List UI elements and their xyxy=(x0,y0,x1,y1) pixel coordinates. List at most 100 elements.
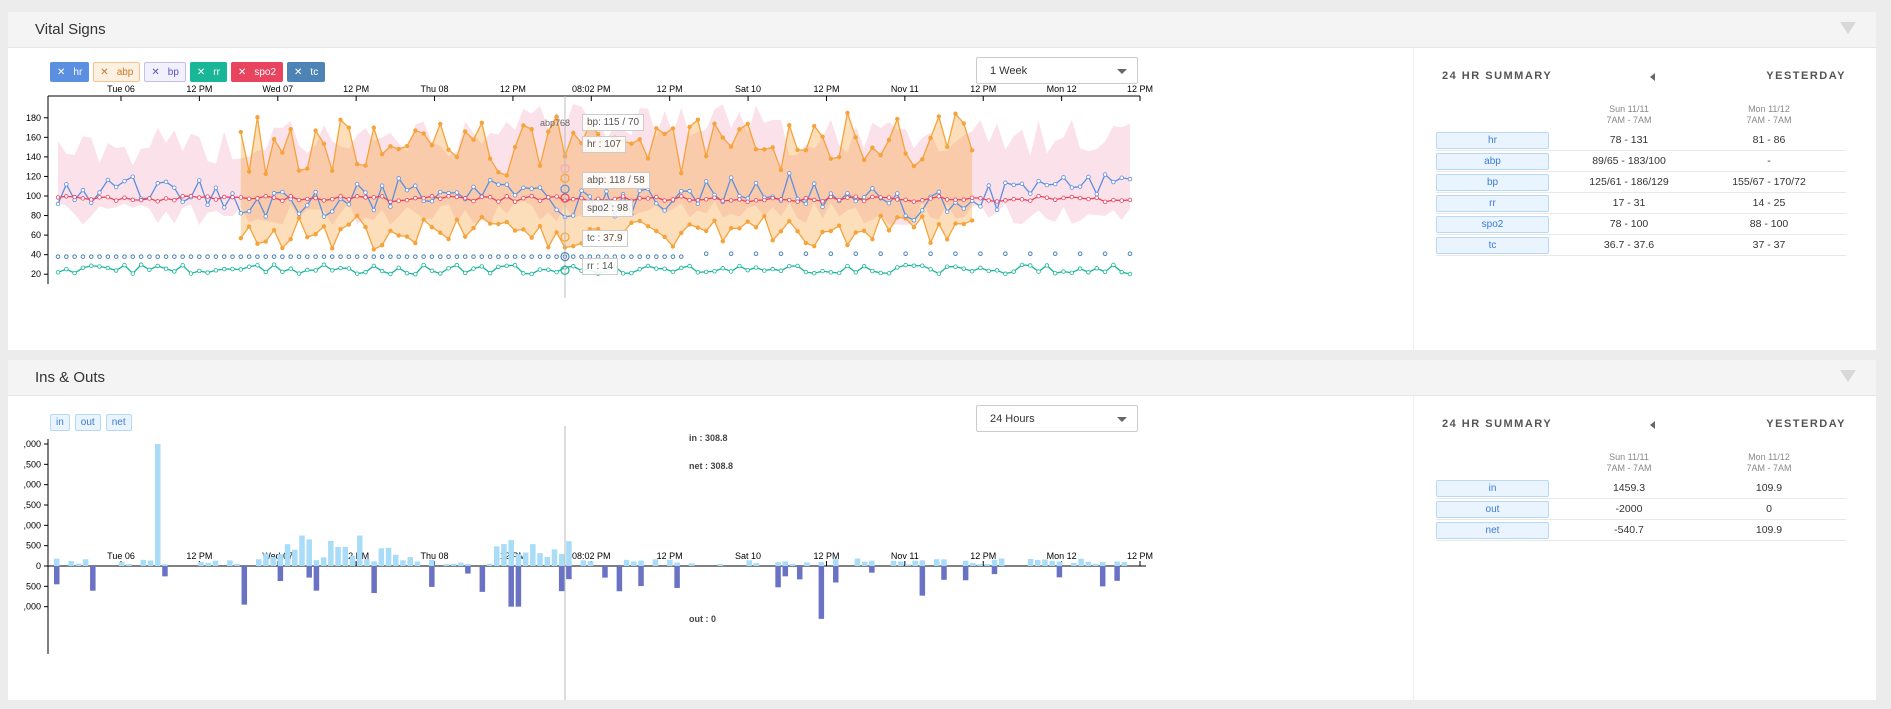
rr-point xyxy=(1069,270,1075,276)
abp-high-point xyxy=(679,170,684,176)
out-bar xyxy=(371,566,377,594)
abp-low-point xyxy=(321,224,327,229)
spo2-point xyxy=(986,198,991,203)
yesterday-label[interactable]: YESTERDAY xyxy=(1766,70,1846,82)
hr-point xyxy=(728,175,734,180)
abp-low-point xyxy=(820,229,825,235)
hr-point xyxy=(1036,178,1041,184)
summary-label[interactable]: tc xyxy=(1436,237,1549,254)
rr-point xyxy=(321,262,327,267)
abp-high-point xyxy=(687,124,692,130)
summary-label[interactable]: net xyxy=(1436,522,1549,539)
spo2-point xyxy=(321,198,327,203)
yesterday-label[interactable]: YESTERDAY xyxy=(1766,418,1846,430)
in-bar xyxy=(998,558,1005,566)
in-bar xyxy=(674,562,680,566)
spo2-point xyxy=(895,197,900,202)
summary-label[interactable]: in xyxy=(1436,480,1549,497)
summary-label[interactable]: hr xyxy=(1436,132,1549,149)
hr-point xyxy=(396,176,401,181)
spo2-point xyxy=(1036,193,1041,199)
tc-point xyxy=(230,254,235,259)
spo2-point xyxy=(213,197,219,202)
vitals-chart[interactable]: 20 40 60 80 100 120 140 160 180 Tue 06 12 PM Wed 07… xyxy=(8,48,1413,350)
out-bar xyxy=(1114,566,1120,581)
rr-point xyxy=(313,268,318,273)
tc-point xyxy=(446,254,451,259)
rr-point xyxy=(845,263,850,269)
abp-high-point xyxy=(920,157,925,162)
abp-high-point xyxy=(961,121,966,126)
abp-low-point xyxy=(537,224,543,229)
abp-high-point xyxy=(695,117,701,122)
tc-point xyxy=(163,254,169,259)
tooltip-bp: bp: 115 / 70 xyxy=(582,114,645,131)
x-tick-label: Sat 10 xyxy=(735,551,761,561)
in-bar xyxy=(1071,563,1077,566)
summary-value: -540.7 xyxy=(1614,524,1644,536)
rr-point xyxy=(487,270,493,276)
tc-point xyxy=(454,254,460,259)
summary-label[interactable]: abp xyxy=(1436,153,1549,170)
abp-low-point xyxy=(238,236,244,241)
hr-point xyxy=(263,214,268,219)
in-bar xyxy=(400,560,406,566)
rr-point xyxy=(155,263,160,269)
abp-high-point xyxy=(762,147,767,152)
spo2-point xyxy=(687,197,692,203)
in-bar xyxy=(68,561,74,566)
tc-point xyxy=(421,254,426,259)
spo2-point xyxy=(637,196,642,201)
spo2-point xyxy=(546,195,551,200)
spo2-point xyxy=(803,195,809,201)
col-mon: Mon 11/12 7AM - 7AM xyxy=(1704,452,1834,474)
rr-point xyxy=(263,269,268,275)
tc-point xyxy=(180,254,185,259)
tc-point xyxy=(637,254,643,259)
hr-point xyxy=(1053,181,1058,187)
hr-point xyxy=(296,211,302,216)
collapse-triangle-icon[interactable] xyxy=(1840,370,1856,382)
x-tick-label: 12 PM xyxy=(186,84,212,94)
hr-point xyxy=(496,182,501,187)
spo2-point xyxy=(654,194,659,200)
rr-point xyxy=(820,268,825,274)
hr-point xyxy=(280,189,285,195)
spo2-point xyxy=(280,198,285,203)
in-bar xyxy=(486,563,493,566)
y-tick-label: 100 xyxy=(26,191,41,201)
tc-point xyxy=(346,254,352,259)
abp-low-point xyxy=(504,219,509,225)
hr-point xyxy=(180,199,185,205)
rr-point xyxy=(1119,269,1124,275)
tc-point xyxy=(753,251,759,256)
caret-left-icon[interactable] xyxy=(1650,421,1655,429)
in-bar xyxy=(1121,562,1128,566)
abp-high-point xyxy=(529,126,534,132)
tc-point xyxy=(238,254,244,259)
tc-point xyxy=(313,254,318,259)
abp-low-point xyxy=(928,240,933,245)
insouts-chart-area: in out net 24 Hours ,000,500,000,500,000… xyxy=(8,396,1413,700)
cursor-net-label: net : 308.8 xyxy=(689,461,734,471)
x-tick-label: Tue 06 xyxy=(107,551,135,561)
summary-label[interactable]: bp xyxy=(1436,174,1549,191)
abp-low-point xyxy=(346,222,352,227)
hr-point xyxy=(438,189,443,195)
caret-left-icon[interactable] xyxy=(1650,73,1655,81)
spo2-point xyxy=(787,197,792,203)
collapse-triangle-icon[interactable] xyxy=(1840,22,1856,34)
abp-low-point xyxy=(404,234,410,239)
rr-point xyxy=(986,268,991,274)
rr-point xyxy=(836,270,842,276)
spo2-point xyxy=(222,194,227,200)
abp-low-point xyxy=(944,237,950,242)
hr-point xyxy=(895,191,900,196)
summary-label[interactable]: rr xyxy=(1436,195,1549,212)
summary-label[interactable]: spo2 xyxy=(1436,216,1549,233)
summary-value: - xyxy=(1767,155,1771,167)
spo2-point xyxy=(462,196,468,201)
summary-label[interactable]: out xyxy=(1436,501,1549,518)
abp-high-point xyxy=(305,166,310,171)
hr-point xyxy=(313,189,318,195)
